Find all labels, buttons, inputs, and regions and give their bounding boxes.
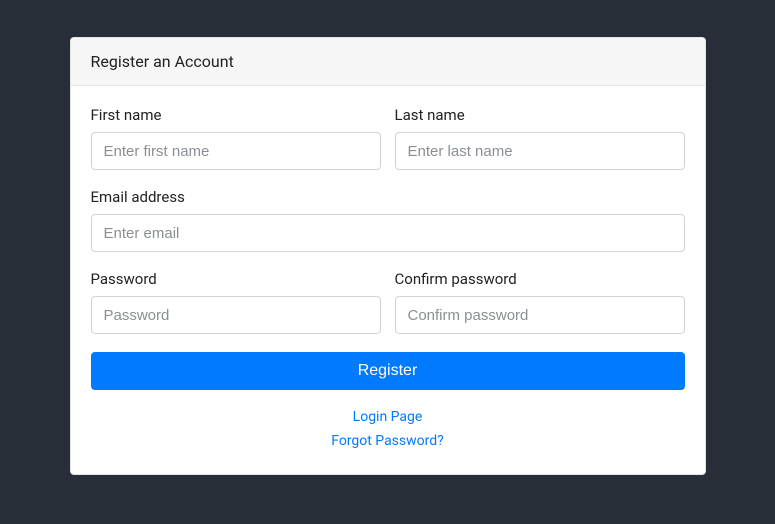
name-row: First name Last name — [91, 106, 685, 170]
last-name-group: Last name — [395, 106, 685, 170]
confirm-password-input[interactable] — [395, 296, 685, 334]
first-name-input[interactable] — [91, 132, 381, 170]
password-label: Password — [91, 270, 381, 288]
card-body: First name Last name Email address Passw… — [71, 86, 705, 474]
auth-links: Login Page Forgot Password? — [91, 404, 685, 452]
password-group: Password — [91, 270, 381, 334]
email-label: Email address — [91, 188, 685, 206]
last-name-label: Last name — [395, 106, 685, 124]
email-input[interactable] — [91, 214, 685, 252]
last-name-input[interactable] — [395, 132, 685, 170]
card-header: Register an Account — [71, 38, 705, 86]
forgot-password-link[interactable]: Forgot Password? — [331, 431, 444, 452]
card-title: Register an Account — [91, 52, 234, 71]
password-input[interactable] — [91, 296, 381, 334]
confirm-password-label: Confirm password — [395, 270, 685, 288]
email-group: Email address — [91, 188, 685, 252]
first-name-group: First name — [91, 106, 381, 170]
password-row: Password Confirm password — [91, 270, 685, 334]
first-name-label: First name — [91, 106, 381, 124]
register-card: Register an Account First name Last name… — [70, 37, 706, 475]
register-button[interactable]: Register — [91, 352, 685, 390]
login-link[interactable]: Login Page — [353, 407, 423, 428]
confirm-password-group: Confirm password — [395, 270, 685, 334]
